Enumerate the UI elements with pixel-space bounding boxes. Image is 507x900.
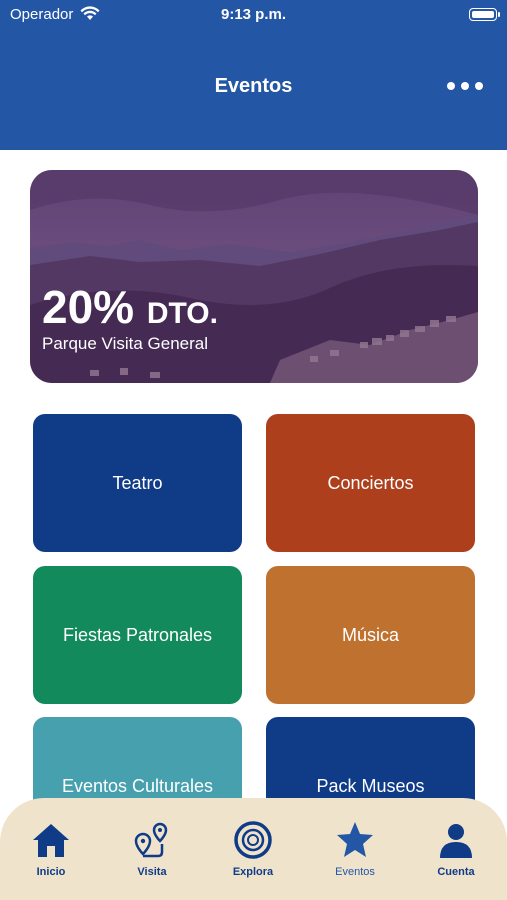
category-label: Eventos Culturales (61, 775, 214, 796)
bottom-tab-bar: Inicio Visita Explora Eventos Cuenta (0, 798, 507, 900)
category-tile-fiestas-patronales[interactable]: Fiestas Patronales (33, 566, 242, 704)
tab-label: Visita (137, 866, 167, 878)
star-icon (337, 822, 373, 857)
discount-text: 20% DTO. (42, 280, 218, 334)
tab-label: Inicio (36, 866, 66, 878)
page-title: Eventos (214, 75, 293, 97)
promo-banner[interactable]: 20% DTO. Parque Visita General (30, 170, 478, 383)
tab-cuenta[interactable]: Cuenta (416, 820, 496, 878)
category-label: Teatro (112, 472, 163, 493)
tab-label: Eventos (335, 866, 375, 878)
tab-explora[interactable]: Explora (213, 820, 293, 878)
category-label: Fiestas Patronales (62, 624, 213, 645)
home-icon (33, 824, 69, 857)
clock: 9:13 p.m. (220, 6, 287, 23)
top-bar: Operador 9:13 p.m. Eventos (0, 0, 507, 150)
tab-visita[interactable]: Visita (112, 820, 192, 878)
category-tile-conciertos[interactable]: Conciertos (266, 414, 475, 552)
tab-label: Explora (232, 866, 274, 878)
category-tile-musica[interactable]: Música (266, 566, 475, 704)
category-label: Conciertos (327, 472, 414, 493)
battery-icon (469, 8, 500, 21)
tab-eventos[interactable]: Eventos (315, 820, 395, 878)
user-icon (440, 824, 472, 858)
more-dots-icon[interactable] (447, 78, 483, 94)
discount-suffix: DTO. (146, 297, 218, 330)
promo-subtitle: Parque Visita General (42, 334, 209, 353)
category-label: Pack Museos (316, 775, 425, 796)
category-label: Música (341, 624, 399, 645)
discount-value: 20% (42, 281, 135, 333)
category-tile-teatro[interactable]: Teatro (33, 414, 242, 552)
tab-inicio[interactable]: Inicio (11, 820, 91, 878)
target-icon (234, 821, 272, 859)
tab-label: Cuenta (437, 866, 475, 878)
route-pin-icon (134, 822, 168, 858)
status-bar: Operador 9:13 p.m. (0, 4, 507, 24)
